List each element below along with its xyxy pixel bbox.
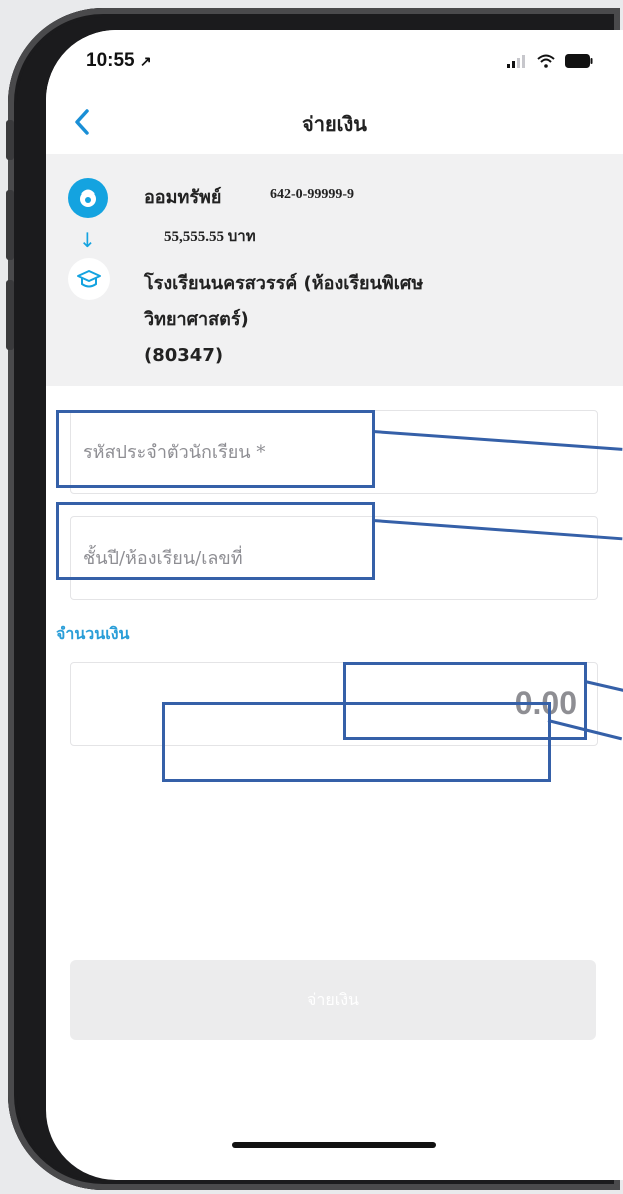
phone-side-button — [6, 120, 14, 160]
app-screen: 10:55 ↗ จ่ายเงิน ↓ ออมทรัพย์ 642-0-99999… — [46, 30, 623, 1180]
graduation-cap-icon — [68, 258, 110, 300]
arrow-down-icon: ↓ — [79, 228, 96, 252]
phone-volume-down — [6, 280, 14, 350]
student-id-input[interactable] — [71, 411, 597, 493]
biller-name-line2: วิทยาศาสตร์) — [144, 309, 249, 330]
payment-info-panel: ↓ ออมทรัพย์ 642-0-99999-9 55,555.55 บาท … — [46, 154, 623, 386]
from-account-balance: 55,555.55 บาท — [164, 229, 256, 245]
status-time: 10:55 ↗ — [86, 50, 152, 72]
biller-name-line1: โรงเรียนนครสวรรค์ (ห้องเรียนพิเศษ — [144, 273, 424, 294]
pay-button[interactable]: จ่ายเงิน — [70, 960, 596, 1040]
student-id-field[interactable] — [70, 410, 598, 494]
home-indicator — [232, 1142, 436, 1148]
status-icons — [507, 54, 593, 68]
wifi-icon — [537, 54, 555, 68]
time-text: 10:55 — [86, 50, 135, 71]
location-arrow-icon: ↗ — [139, 53, 152, 69]
status-bar: 10:55 ↗ — [46, 30, 623, 90]
class-room-number-input[interactable] — [71, 517, 597, 599]
page-title: จ่ายเงิน — [302, 112, 367, 136]
pay-button-label: จ่ายเงิน — [307, 989, 359, 1009]
battery-icon — [565, 54, 593, 68]
amount-value[interactable]: 0.00 — [515, 685, 577, 722]
class-room-number-field[interactable] — [70, 516, 598, 600]
biller-code: (80347) — [144, 345, 224, 366]
from-account-number: 642-0-99999-9 — [270, 187, 354, 202]
nav-bar: จ่ายเงิน — [46, 90, 623, 154]
phone-volume-up — [6, 190, 14, 260]
from-account-name: ออมทรัพย์ — [144, 187, 222, 208]
biller-name: โรงเรียนนครสวรรค์ (ห้องเรียนพิเศษ วิทยาศ… — [144, 266, 544, 374]
amount-field[interactable]: 0.00 — [70, 662, 598, 746]
bank-logo-icon — [68, 178, 108, 218]
signal-icon — [507, 55, 525, 68]
amount-label: จำนวนเงิน — [56, 624, 130, 643]
